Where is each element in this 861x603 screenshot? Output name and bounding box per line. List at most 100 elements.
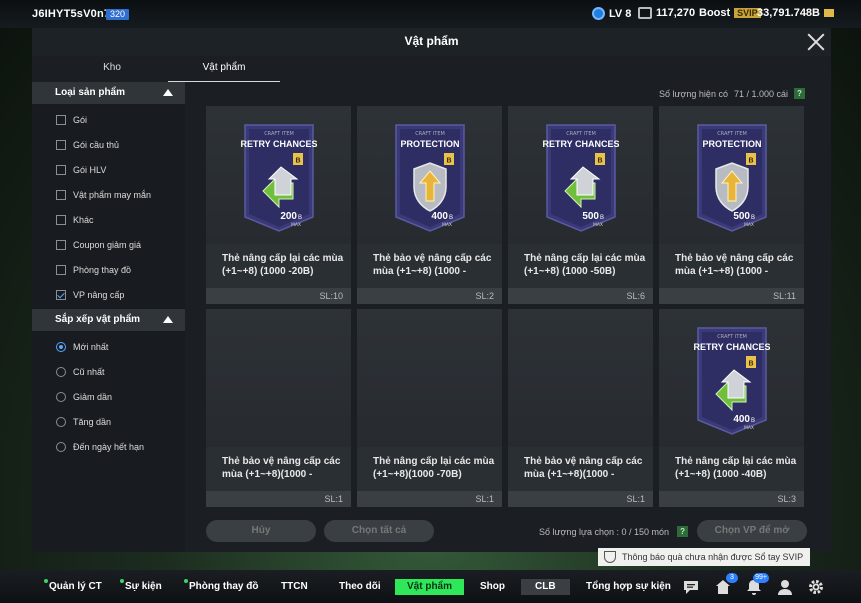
item-count: SL:10 (319, 291, 343, 301)
category-label: Khác (73, 215, 94, 225)
sort-option[interactable]: Tăng dần (56, 415, 111, 429)
category-label: Gói (73, 115, 88, 125)
select-all-button[interactable]: Chọn tất cả (324, 520, 434, 542)
item-card[interactable]: CRAFT ITEM RETRY CHANCES B 400 B MAX Thẻ nâng … (659, 309, 804, 507)
checkbox[interactable] (56, 165, 66, 175)
radio-button[interactable] (56, 442, 66, 452)
tab-vat-pham[interactable]: Vật phẩm (168, 62, 280, 82)
balance-display: 33,791.748B (757, 7, 834, 19)
category-option[interactable]: Gói cầu thủ (56, 138, 119, 152)
item-name-line: Thẻ nâng cấp lại các mùa (373, 456, 495, 467)
checkbox[interactable] (56, 140, 66, 150)
sort-header[interactable]: Sắp xếp vật phẩm (32, 309, 185, 331)
filter-sidebar: Loại sản phẩm Gói Gói cầu thủ Gói HLV Vật p… (32, 82, 185, 552)
item-card[interactable]: CRAFT ITEM PROTECTION B 500 B MAX Thẻ bảo vệ n… (659, 106, 804, 304)
item-name-line: mùa (+1~+8)(1000 - (222, 469, 313, 480)
sort-option[interactable]: Đến ngày hết hạn (56, 440, 144, 454)
bell-icon[interactable]: 99+ (745, 573, 769, 596)
item-count: SL:2 (475, 291, 494, 301)
radio-button[interactable] (56, 342, 66, 352)
category-option[interactable]: Phòng thay đồ (56, 263, 131, 277)
sort-header-label: Sắp xếp vật phẩm (55, 314, 141, 325)
nav-clb[interactable]: CLB (521, 579, 570, 595)
item-name: Thẻ bảo vệ nâng cấp các mùa (+1~+8) (1000… (373, 252, 495, 278)
category-header[interactable]: Loại sản phẩm (32, 82, 185, 104)
nav-su-kien[interactable]: Sự kiện (120, 579, 162, 595)
card-unit: B (751, 418, 755, 424)
item-card[interactable]: CRAFT ITEM RETRY CHANCES B 200 B MAX Thẻ nâng … (206, 106, 351, 304)
nav-vat-pham[interactable]: Vật phẩm (395, 579, 465, 595)
ticket-icon (824, 9, 834, 17)
tab-kho[interactable]: Kho (62, 62, 162, 82)
card-title: PROTECTION (702, 139, 761, 149)
sort-label: Tăng dần (73, 417, 112, 427)
card-caption: CRAFT ITEM (415, 131, 445, 137)
item-name-line: mùa (+1~+8) (1000 - (373, 266, 467, 277)
item-image-area (357, 309, 502, 447)
radio-button[interactable] (56, 367, 66, 377)
item-card[interactable]: CRAFT ITEM RETRY CHANCES B 500 B MAX Thẻ nâng … (508, 106, 653, 304)
selection-count: Số lượng lựa chọn : 0 / 150 món ? (539, 526, 689, 537)
level-icon (592, 7, 605, 20)
checkbox[interactable] (56, 265, 66, 275)
item-name: Thẻ nâng cấp lại các mùa (+1~+8) (1000 -4… (675, 455, 797, 481)
sort-option[interactable]: Mới nhất (56, 340, 108, 354)
help-icon[interactable]: ? (794, 88, 805, 99)
gear-icon[interactable] (807, 578, 825, 596)
nav-theo-doi[interactable]: Theo dõi (339, 579, 381, 595)
radio-button[interactable] (56, 392, 66, 402)
boost-display[interactable]: Boost SVIP (699, 7, 761, 19)
bell-badge: 99+ (753, 573, 769, 583)
card-caption: CRAFT ITEM (566, 131, 596, 137)
category-option[interactable]: Coupon giảm giá (56, 238, 141, 252)
item-name-line: Thẻ nâng cấp lại các mùa (675, 456, 797, 467)
nav-shop[interactable]: Shop (480, 579, 505, 595)
checkbox[interactable] (56, 190, 66, 200)
sort-label: Mới nhất (73, 342, 109, 352)
checkbox[interactable] (56, 240, 66, 250)
item-card[interactable]: CRAFT ITEM PROTECTION B 400 B MAX Thẻ bảo vệ n… (357, 106, 502, 304)
radio-button[interactable] (56, 417, 66, 427)
card-level: B (748, 158, 753, 165)
checkbox[interactable] (56, 290, 66, 300)
category-option[interactable]: Khác (56, 213, 94, 227)
close-icon[interactable] (807, 32, 825, 50)
card-amount: 500 (582, 211, 599, 222)
card-level: B (597, 158, 602, 165)
item-image-area: CRAFT ITEM PROTECTION B 500 B MAX (659, 106, 804, 244)
notification-toast[interactable]: Thông báo quà chưa nhận được Sổ tay SVIP… (598, 548, 810, 580)
card-sub: MAX (744, 425, 754, 431)
checkbox[interactable] (56, 215, 66, 225)
card-caption: CRAFT ITEM (717, 334, 747, 340)
category-option[interactable]: Vật phẩm may mắn (56, 188, 151, 202)
nav-quan-ly-ct[interactable]: Quản lý CT (44, 579, 102, 595)
item-count: SL:11 (773, 291, 796, 301)
item-name: Thẻ bảo vệ nâng cấp các mùa (+1~+8)(1000 … (222, 455, 344, 481)
category-label: Gói HLV (73, 165, 107, 175)
item-card[interactable]: Thẻ bảo vệ nâng cấp các mùa (+1~+8)(1000 … (508, 309, 653, 507)
category-option[interactable]: VP nâng cấp (56, 288, 124, 302)
profile-icon[interactable] (776, 578, 794, 596)
nav-phong-thay-do[interactable]: Phòng thay đồ (184, 579, 258, 595)
nav-tong-hop-su-kien[interactable]: Tổng hợp sự kiện (586, 579, 671, 595)
category-option[interactable]: Gói (56, 113, 87, 127)
item-card[interactable]: Thẻ bảo vệ nâng cấp các mùa (+1~+8)(1000 … (206, 309, 351, 507)
nav-ttcn[interactable]: TTCN (281, 579, 308, 595)
chat-icon[interactable] (682, 578, 700, 596)
nav-label: Quản lý CT (49, 581, 102, 592)
category-option[interactable]: Gói HLV (56, 163, 106, 177)
item-name: Thẻ bảo vệ nâng cấp các mùa (+1~+8) (1000… (675, 252, 797, 278)
protection-card-icon: CRAFT ITEMPROTECTIONB500 BMAX (697, 124, 767, 232)
selection-count-text: Số lượng lựa chọn : 0 / 150 món (539, 526, 670, 537)
checkbox[interactable] (56, 115, 66, 125)
home-icon[interactable]: 3 (714, 573, 738, 596)
sort-option[interactable]: Giảm dần (56, 390, 112, 404)
help-icon[interactable]: ? (677, 526, 689, 537)
open-selected-button[interactable]: Chọn VP để mở (697, 520, 807, 542)
item-name-line: (+1~+8)(1000 -70B) (373, 469, 462, 480)
item-card[interactable]: Thẻ nâng cấp lại các mùa (+1~+8)(1000 -70… (357, 309, 502, 507)
tab-bar: Kho Vật phẩm (32, 58, 831, 82)
card-caption: CRAFT ITEM (717, 131, 747, 137)
cancel-button[interactable]: Hủy (206, 520, 316, 542)
sort-option[interactable]: Cũ nhất (56, 365, 105, 379)
